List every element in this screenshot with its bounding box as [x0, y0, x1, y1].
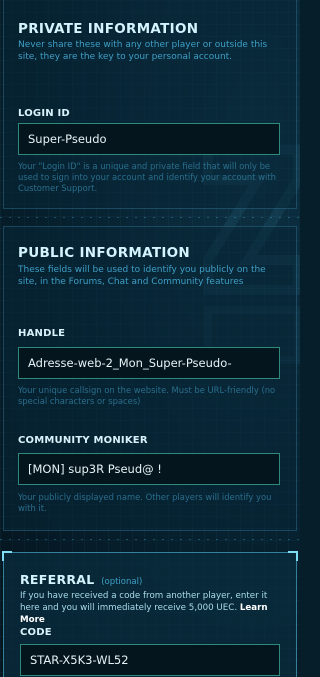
handle-help: Your unique callsign on the website. Mus…	[18, 385, 276, 406]
public-information-title: PUBLIC INFORMATION	[18, 245, 191, 261]
corner-bracket-icon	[2, 551, 12, 561]
account-form-page: PRIVATE INFORMATION Never share these wi…	[0, 0, 300, 677]
section-divider	[0, 539, 300, 540]
login-id-label: LOGIN ID	[18, 108, 70, 119]
referral-description: If you have received a code from another…	[20, 590, 284, 626]
referral-description-text: If you have received a code from another…	[20, 591, 268, 613]
optional-tag: (optional)	[101, 577, 143, 587]
handle-label: HANDLE	[18, 328, 66, 339]
section-divider	[0, 217, 300, 218]
referral-title: REFERRAL (optional)	[20, 572, 142, 587]
public-information-description: These fields will be used to identify yo…	[18, 265, 266, 287]
referral-code-input[interactable]	[20, 644, 280, 676]
private-information-description: Never share these with any other player …	[18, 40, 268, 62]
corner-bracket-icon	[288, 551, 298, 561]
private-information-title: PRIVATE INFORMATION	[18, 21, 199, 37]
community-moniker-input[interactable]	[18, 453, 280, 485]
referral-title-text: REFERRAL	[20, 572, 95, 587]
code-label: CODE	[20, 627, 52, 638]
community-moniker-label: COMMUNITY MONIKER	[18, 435, 148, 446]
login-id-input[interactable]	[18, 123, 280, 155]
community-moniker-help: Your publicly displayed name. Other play…	[18, 492, 272, 513]
handle-input[interactable]	[18, 347, 280, 379]
login-id-help: Your "Login ID" is a unique and private …	[18, 161, 276, 193]
